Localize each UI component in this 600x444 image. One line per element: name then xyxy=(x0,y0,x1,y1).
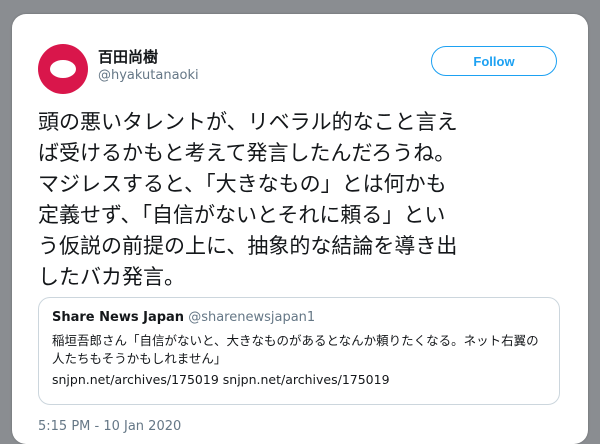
tweet-timestamp[interactable]: 5:15 PM - 10 Jan 2020 xyxy=(38,419,181,434)
quoted-tweet-text: 稲垣吾郎さん「自信がないと、大きなものがあるとなんか頼りたくなる。ネット右翼の人… xyxy=(52,333,539,366)
quoted-tweet[interactable]: Share News Japan @sharenewsjapan1 稲垣吾郎さん… xyxy=(38,297,560,405)
author-name[interactable]: 百田尚樹 xyxy=(98,46,158,67)
tweet-card: 百田尚樹 @hyakutanaoki Follow 頭の悪いタレントが、リベラル… xyxy=(12,14,588,444)
follow-button[interactable]: Follow xyxy=(431,46,557,76)
avatar[interactable] xyxy=(38,44,88,94)
tweet-text: 頭の悪いタレントが、リベラル的なこと言え ば受けるかもと考えて発言したんだろうね… xyxy=(38,110,458,289)
quoted-tweet-header: Share News Japan @sharenewsjapan1 xyxy=(52,310,315,325)
quoted-author-name: Share News Japan xyxy=(52,310,185,325)
avatar-mark-icon xyxy=(50,60,76,78)
quoted-tweet-links[interactable]: snjpn.net/archives/175019 snjpn.net/arch… xyxy=(52,372,390,387)
author-handle[interactable]: @hyakutanaoki xyxy=(98,68,199,83)
quoted-author-handle: @sharenewsjapan1 xyxy=(188,310,316,325)
